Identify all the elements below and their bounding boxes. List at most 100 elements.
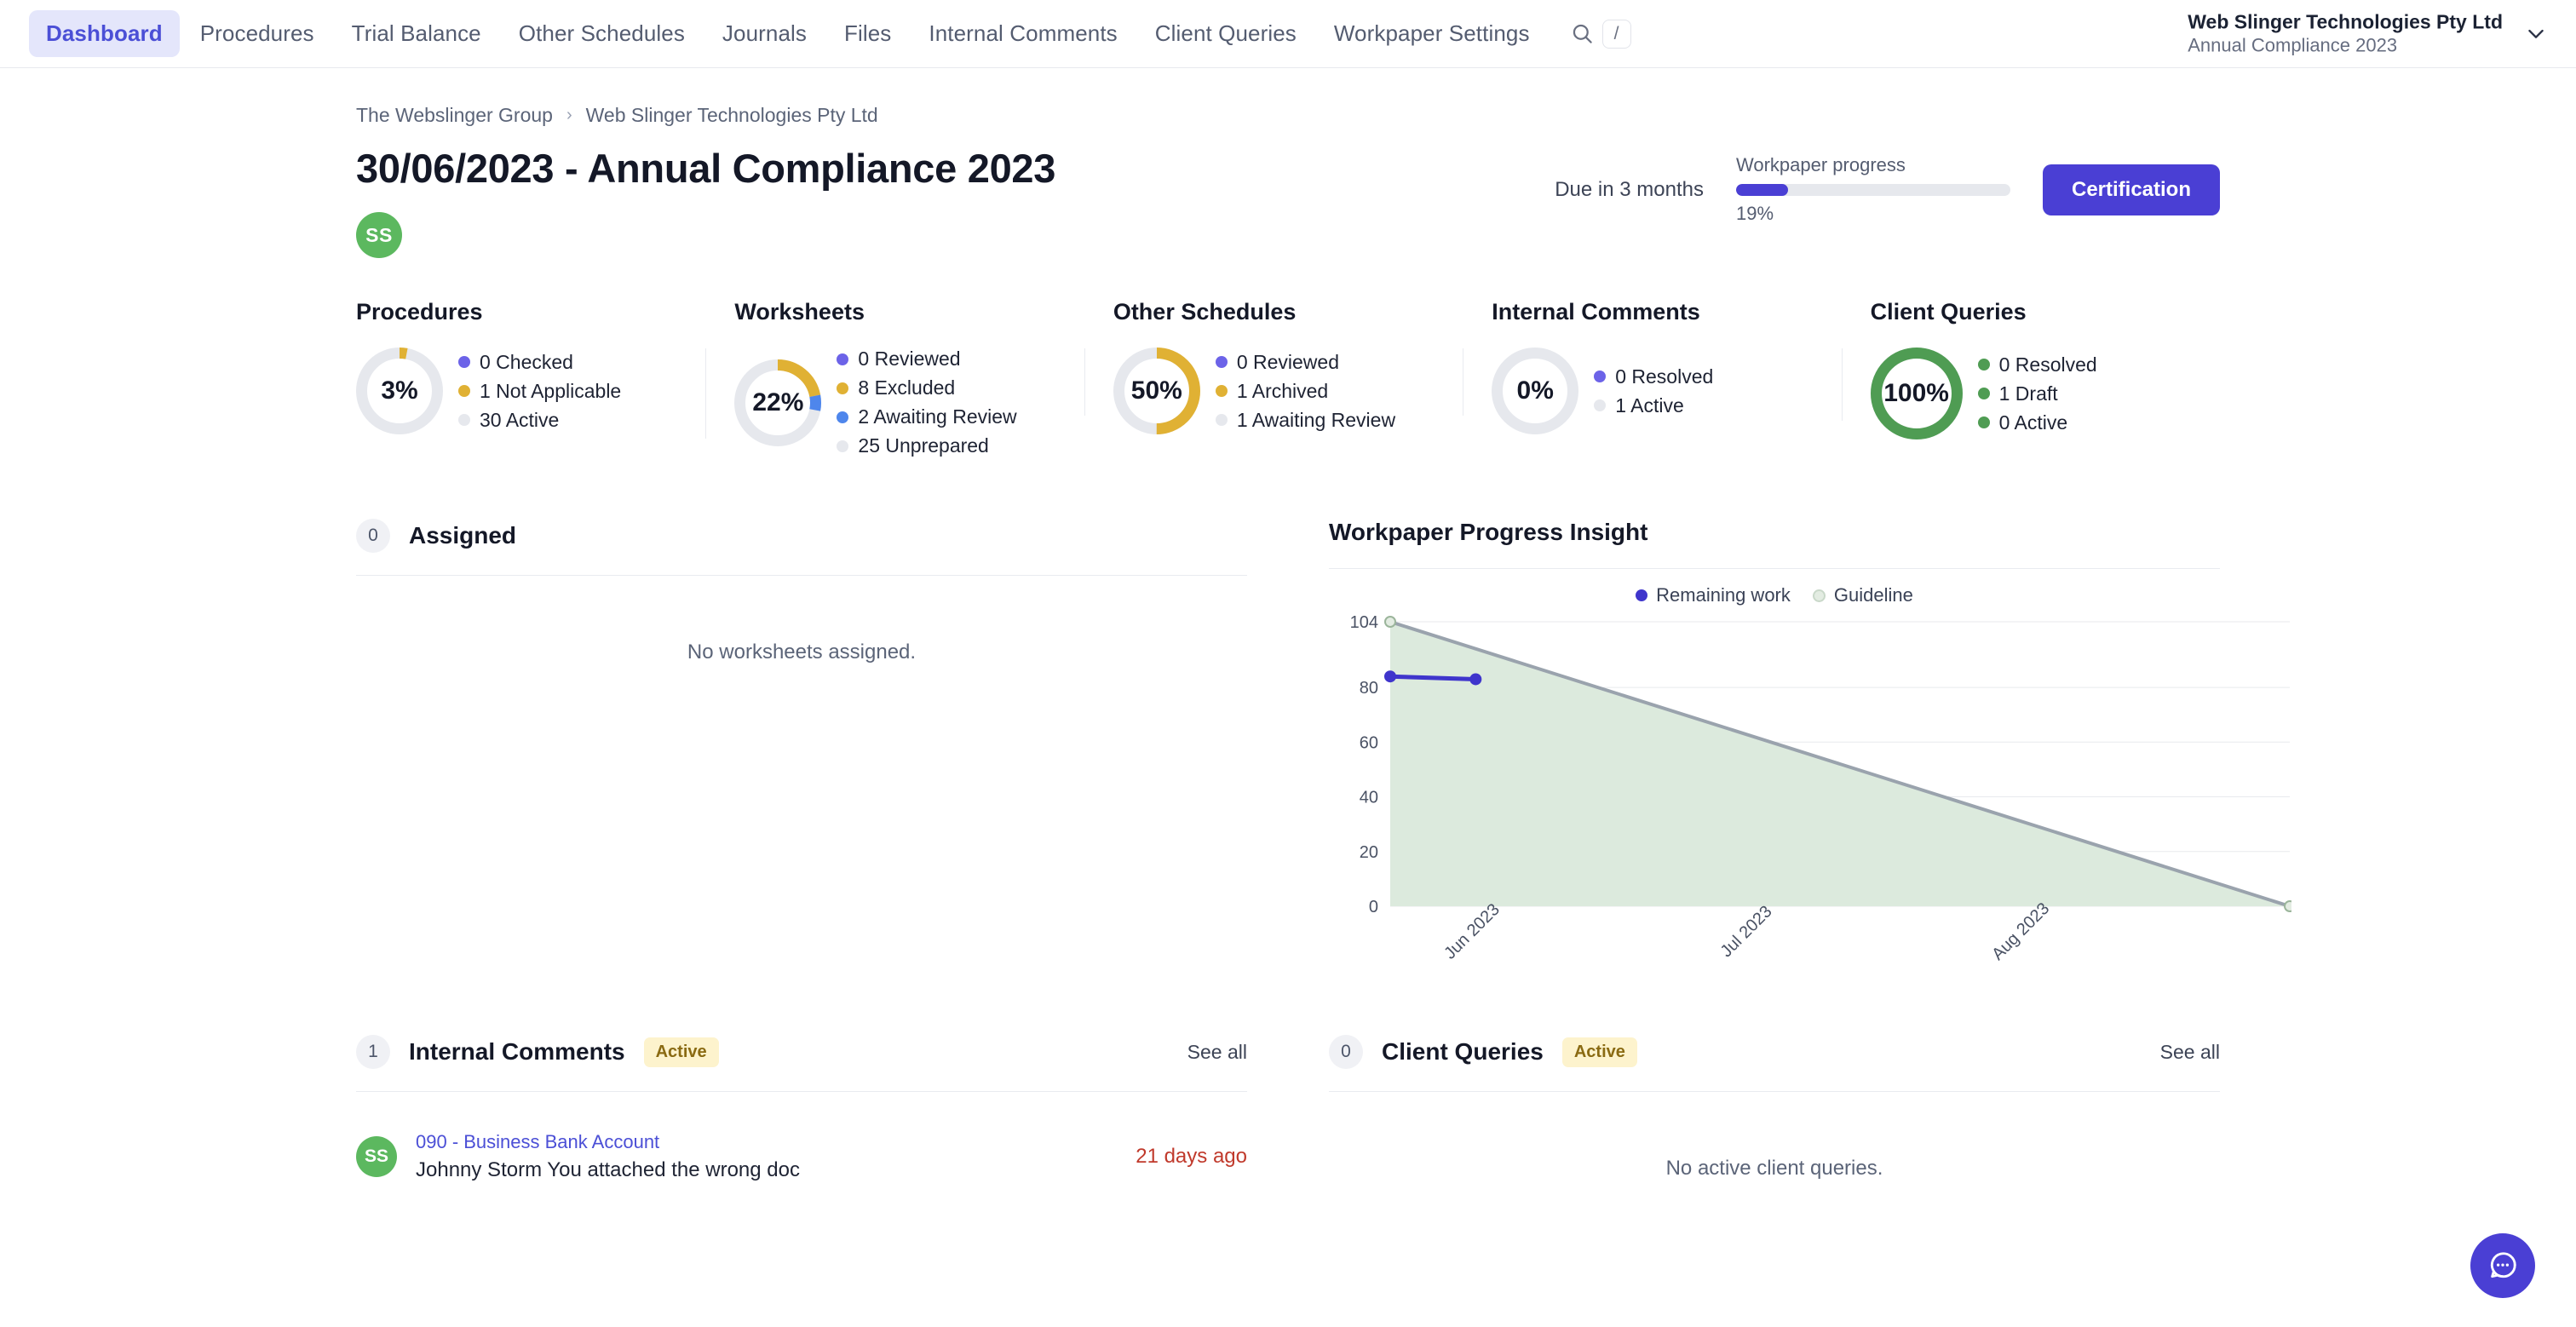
certification-button[interactable]: Certification	[2042, 164, 2220, 215]
chart-canvas: 0 20 40 60 80 104 Jun 2023 Jul 2023 Aug 2023	[1329, 610, 2296, 972]
page-header-actions: Due in 3 months Workpaper progress 19% C…	[1555, 127, 2220, 225]
legend-label: 0 Reviewed	[1236, 350, 1339, 373]
client-queries-status-badge: Active	[1561, 1037, 1637, 1067]
legend-item: 1 Active	[1594, 394, 1713, 417]
assigned-empty-message: No worksheets assigned.	[687, 641, 917, 664]
stat-legend: 0 Resolved 1 Active	[1594, 365, 1713, 417]
nav-item-files[interactable]: Files	[827, 10, 908, 57]
legend-item: 2 Awaiting Review	[837, 405, 1017, 428]
progress-track	[1735, 184, 2010, 196]
svg-text:Aug 2023: Aug 2023	[1988, 899, 2053, 964]
organisation-switcher[interactable]: Web Slinger Technologies Pty Ltd Annual …	[2188, 9, 2547, 58]
nav-item-procedures[interactable]: Procedures	[183, 10, 331, 57]
chart-legend-label: Remaining work	[1656, 584, 1791, 606]
stat-legend: 0 Reviewed 1 Archived 1 Awaiting Review	[1215, 350, 1395, 432]
chart-legend-label: Guideline	[1833, 584, 1913, 606]
legend-label: 0 Checked	[480, 350, 573, 373]
chat-bubble-icon	[2490, 1252, 2516, 1278]
internal-comments-see-all-link[interactable]: See all	[1187, 1041, 1247, 1064]
legend-dot-icon	[837, 353, 849, 365]
legend-item: 1 Awaiting Review	[1215, 409, 1395, 432]
assigned-count-badge: 0	[356, 519, 390, 554]
stat-card-other-schedules: Other Schedules 50% 0 Reviewed 1 Archived 1 …	[1084, 299, 1463, 435]
svg-text:60: 60	[1360, 733, 1378, 752]
client-queries-count-badge: 0	[1329, 1035, 1363, 1070]
svg-text:Jun 2023: Jun 2023	[1440, 900, 1504, 963]
top-navigation-bar: Dashboard Procedures Trial Balance Other Sc…	[0, 0, 2576, 68]
legend-item: 0 Checked	[458, 351, 621, 374]
stat-card-procedures: Procedures 3% 0 Checked 1 Not Applicable 30 …	[356, 299, 705, 435]
bottom-section: 1 Internal Comments Active See all SS 090…	[356, 1035, 2220, 1245]
nav-item-client-queries[interactable]: Client Queries	[1138, 10, 1314, 57]
nav-item-internal-comments[interactable]: Internal Comments	[911, 10, 1134, 57]
internal-comments-status-badge: Active	[643, 1037, 719, 1067]
legend-dot-icon	[1594, 399, 1607, 412]
progress-chart: Remaining work Guideline 0 20 40 60 80 104 Jun …	[1329, 569, 2296, 972]
search-button[interactable]: /	[1571, 19, 1631, 49]
comment-content: 090 - Business Bank Account Johnny Storm …	[416, 1131, 1117, 1182]
legend-dot-icon	[1215, 414, 1228, 427]
legend-dot-icon	[1215, 385, 1228, 398]
avatar: SS	[356, 1136, 397, 1178]
breadcrumb: The Webslinger Group › Web Slinger Techn…	[356, 68, 2220, 127]
donut-chart: 100%	[1870, 348, 1963, 440]
workpaper-progress: Workpaper progress 19%	[1735, 154, 2010, 225]
comment-row[interactable]: SS 090 - Business Bank Account Johnny Stor…	[356, 1092, 1247, 1182]
svg-text:40: 40	[1360, 789, 1378, 807]
legend-item: 0 Active	[1977, 411, 2097, 434]
page-header-left: 30/06/2023 - Annual Compliance 2023 SS	[356, 127, 1555, 259]
breadcrumb-parent[interactable]: The Webslinger Group	[356, 104, 553, 127]
stat-card-body: 100% 0 Resolved 1 Draft 0 Active	[1870, 348, 2191, 440]
donut-chart: 22%	[734, 359, 822, 446]
breadcrumb-current[interactable]: Web Slinger Technologies Pty Ltd	[586, 104, 878, 127]
assignee-avatar-row: SS	[356, 212, 1555, 259]
chart-legend-item-guideline[interactable]: Guideline	[1812, 584, 1913, 606]
search-shortcut-key: /	[1601, 19, 1631, 49]
legend-label: 1 Active	[1615, 394, 1684, 416]
chart-legend-item-remaining-work[interactable]: Remaining work	[1636, 584, 1791, 606]
comment-timestamp: 21 days ago	[1136, 1145, 1247, 1169]
progress-percentage: 19%	[1735, 203, 1774, 224]
nav-item-journals[interactable]: Journals	[705, 10, 824, 57]
internal-comments-panel: 1 Internal Comments Active See all SS 090…	[356, 1035, 1247, 1245]
legend-dot-icon	[458, 385, 470, 398]
search-icon	[1573, 24, 1592, 43]
internal-comments-list: SS 090 - Business Bank Account Johnny Stor…	[356, 1092, 1247, 1182]
legend-dot-icon	[1594, 371, 1607, 383]
client-queries-header: 0 Client Queries Active See all	[1329, 1035, 2220, 1093]
chart-legend: Remaining work Guideline	[1329, 584, 2220, 606]
stat-card-body: 3% 0 Checked 1 Not Applicable 30 Active	[356, 348, 676, 435]
donut-percentage: 50%	[1130, 376, 1182, 405]
legend-label: 0 Reviewed	[858, 348, 961, 371]
stat-card-title: Other Schedules	[1113, 299, 1297, 325]
breadcrumb-separator-icon: ›	[566, 106, 572, 124]
legend-dot-icon	[837, 411, 849, 423]
legend-item: 1 Archived	[1215, 380, 1395, 403]
content-wrapper: The Webslinger Group › Web Slinger Techn…	[29, 68, 2547, 1245]
stat-card-title: Procedures	[356, 299, 483, 325]
chat-support-button[interactable]	[2470, 1233, 2535, 1298]
organisation-text: Web Slinger Technologies Pty Ltd Annual …	[2188, 9, 2503, 58]
avatar[interactable]: SS	[356, 212, 402, 259]
legend-label: 1 Draft	[1998, 382, 2058, 405]
progress-label: Workpaper progress	[1735, 154, 1906, 175]
client-queries-title: Client Queries	[1382, 1038, 1544, 1066]
stat-card-body: 22% 0 Reviewed 8 Excluded 2 Awaiting Review…	[734, 348, 1055, 457]
nav-item-workpaper-settings[interactable]: Workpaper Settings	[1317, 10, 1547, 57]
nav-item-dashboard[interactable]: Dashboard	[29, 10, 180, 57]
organisation-name: Web Slinger Technologies Pty Ltd	[2188, 9, 2503, 32]
donut-percentage: 100%	[1883, 379, 1949, 408]
summary-stat-cards: Procedures 3% 0 Checked 1 Not Applicable 30 …	[356, 299, 2220, 457]
client-queries-see-all-link[interactable]: See all	[2160, 1041, 2220, 1064]
legend-item: 25 Unprepared	[837, 434, 1016, 457]
legend-label: 30 Active	[480, 408, 560, 431]
donut-percentage: 0%	[1516, 376, 1554, 405]
nav-item-other-schedules[interactable]: Other Schedules	[502, 10, 702, 57]
legend-dot-icon	[1977, 359, 1990, 371]
legend-label: 2 Awaiting Review	[858, 405, 1017, 428]
comment-worksheet-link[interactable]: 090 - Business Bank Account	[416, 1131, 1117, 1153]
nav-item-trial-balance[interactable]: Trial Balance	[335, 10, 498, 57]
legend-label: 25 Unprepared	[858, 434, 989, 457]
svg-text:0: 0	[1369, 898, 1378, 916]
due-date-text: Due in 3 months	[1555, 177, 1704, 201]
